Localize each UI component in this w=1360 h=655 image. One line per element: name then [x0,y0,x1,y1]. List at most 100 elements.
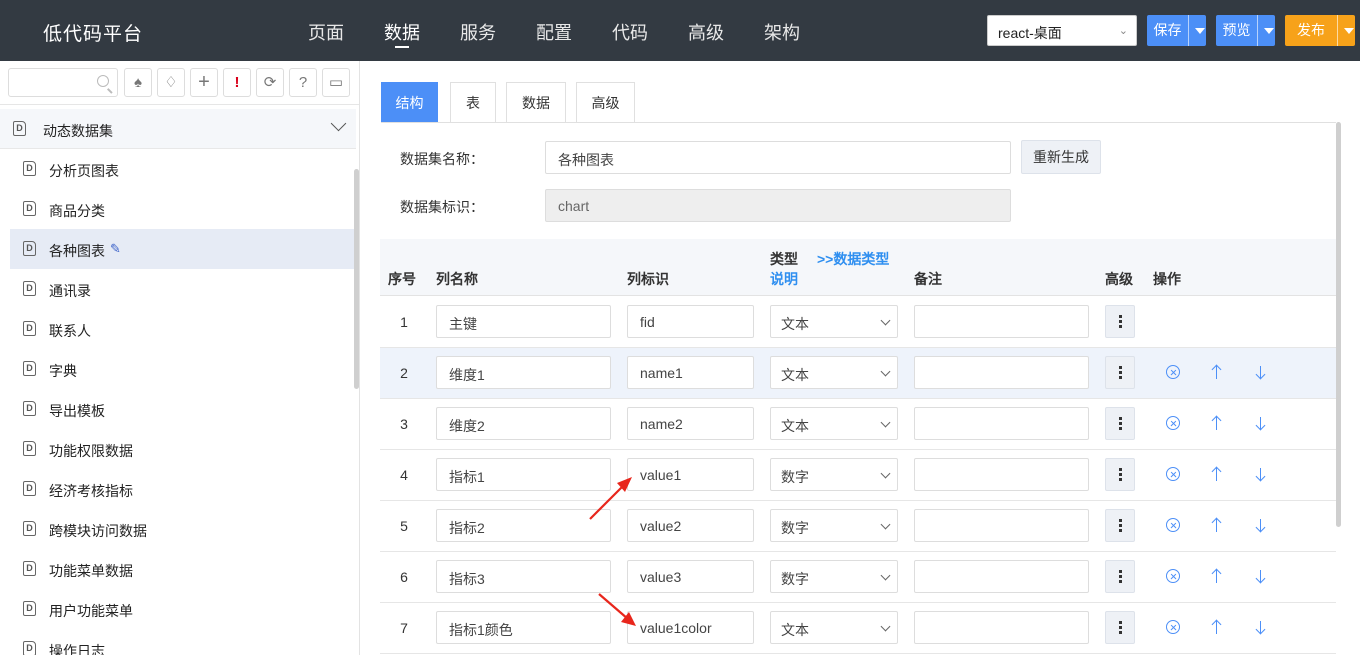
chevron-down-icon[interactable] [330,115,347,132]
note-input[interactable] [914,356,1089,389]
nav-item[interactable]: 架构 [764,19,800,45]
move-down-icon[interactable] [1254,364,1268,380]
search-icon[interactable] [97,75,109,87]
tree-item[interactable]: D 通讯录 [10,269,356,309]
column-id-input[interactable]: value1 [627,458,754,491]
delete-row-icon[interactable] [1166,467,1180,481]
note-input[interactable] [914,458,1089,491]
save-button[interactable]: 保存 [1147,15,1206,46]
tree-item[interactable]: D 跨模块访问数据 [10,509,356,549]
move-up-icon[interactable] [1210,517,1224,533]
tree-item[interactable]: D 用户功能菜单 [10,589,356,629]
platform-select[interactable]: react-桌面 ⌄ [987,15,1137,46]
type-select[interactable]: 数字 [770,560,898,593]
column-name-input[interactable]: 指标2 [436,509,611,542]
tree-item[interactable]: D 功能菜单数据 [10,549,356,589]
tab[interactable]: 高级 [576,82,635,123]
tree-item[interactable]: D 经济考核指标 [10,469,356,509]
move-up-icon[interactable] [1210,619,1224,635]
move-down-icon[interactable] [1254,466,1268,482]
tree-icon[interactable]: ♠ [124,68,152,97]
delete-row-icon[interactable] [1166,416,1180,430]
type-select[interactable]: 文本 [770,611,898,644]
column-id-input[interactable]: value1color [627,611,754,644]
tree-item[interactable]: D 字典 [10,349,356,389]
delete-row-icon[interactable] [1166,518,1180,532]
column-name-input[interactable]: 维度1 [436,356,611,389]
advanced-button[interactable] [1105,458,1135,491]
advanced-button[interactable] [1105,407,1135,440]
type-select[interactable]: 文本 [770,305,898,338]
tag-icon[interactable]: ♢ [157,68,185,97]
plus-icon[interactable]: + [190,68,218,97]
move-down-icon[interactable] [1254,415,1268,431]
advanced-button[interactable] [1105,509,1135,542]
tree-item[interactable]: D 各种图表 ✎ [10,229,356,269]
nav-item[interactable]: 数据 [384,19,420,45]
move-up-icon[interactable] [1210,415,1224,431]
publish-dropdown-caret-icon[interactable] [1337,15,1355,46]
tree-item[interactable]: D 导出模板 [10,389,356,429]
tree-item[interactable]: D 分析页图表 [10,149,356,189]
column-name-input[interactable]: 指标3 [436,560,611,593]
main-scrollbar[interactable] [1336,122,1341,527]
tree-item[interactable]: D 联系人 [10,309,356,349]
data-type-link[interactable]: >>数据类型 [817,249,889,269]
column-id-input[interactable]: name1 [627,356,754,389]
move-down-icon[interactable] [1254,568,1268,584]
type-select[interactable]: 数字 [770,458,898,491]
tree-root-dynamic-datasets[interactable]: D 动态数据集 [0,109,356,149]
column-id-input[interactable]: value2 [627,509,754,542]
type-select[interactable]: 文本 [770,407,898,440]
delete-row-icon[interactable] [1166,365,1180,379]
nav-item[interactable]: 页面 [308,19,344,45]
regenerate-button[interactable]: 重新生成 [1021,140,1101,174]
delete-row-icon[interactable] [1166,569,1180,583]
dataset-name-input[interactable]: 各种图表 [545,141,1011,174]
left-scrollbar[interactable] [354,169,359,389]
note-input[interactable] [914,509,1089,542]
refresh-icon[interactable]: ⟳ [256,68,284,97]
exclamation-icon[interactable]: ! [223,68,251,97]
nav-item[interactable]: 配置 [536,19,572,45]
publish-button[interactable]: 发布 [1285,15,1355,46]
column-id-input[interactable]: fid [627,305,754,338]
preview-button[interactable]: 预览 [1216,15,1275,46]
column-name-input[interactable]: 维度2 [436,407,611,440]
type-select[interactable]: 数字 [770,509,898,542]
note-input[interactable] [914,611,1089,644]
tree-item[interactable]: D 功能权限数据 [10,429,356,469]
move-up-icon[interactable] [1210,466,1224,482]
column-name-input[interactable]: 主键 [436,305,611,338]
tree-item[interactable]: D 商品分类 [10,189,356,229]
advanced-button[interactable] [1105,611,1135,644]
pencil-edit-icon[interactable]: ✎ [110,241,121,257]
note-input[interactable] [914,407,1089,440]
tab[interactable]: 数据 [506,82,566,123]
tab[interactable]: 结构 [381,82,438,123]
type-select[interactable]: 文本 [770,356,898,389]
nav-item[interactable]: 代码 [612,19,648,45]
save-dropdown-caret-icon[interactable] [1188,15,1206,46]
column-id-input[interactable]: value3 [627,560,754,593]
nav-item[interactable]: 服务 [460,19,496,45]
advanced-button[interactable] [1105,305,1135,338]
move-up-icon[interactable] [1210,364,1224,380]
advanced-button[interactable] [1105,560,1135,593]
move-down-icon[interactable] [1254,619,1268,635]
tab[interactable]: 表 [450,82,496,123]
column-name-input[interactable]: 指标1 [436,458,611,491]
advanced-button[interactable] [1105,356,1135,389]
move-up-icon[interactable] [1210,568,1224,584]
header-type-desc-link[interactable]: 说明 [770,269,798,289]
preview-dropdown-caret-icon[interactable] [1257,15,1275,46]
comment-icon[interactable]: ▭ [322,68,350,97]
tree-item[interactable]: D 操作日志 [10,629,356,655]
note-input[interactable] [914,560,1089,593]
tree-search-input[interactable] [8,68,118,97]
move-down-icon[interactable] [1254,517,1268,533]
column-name-input[interactable]: 指标1颜色 [436,611,611,644]
help-icon[interactable]: ? [289,68,317,97]
delete-row-icon[interactable] [1166,620,1180,634]
nav-item[interactable]: 高级 [688,19,724,45]
